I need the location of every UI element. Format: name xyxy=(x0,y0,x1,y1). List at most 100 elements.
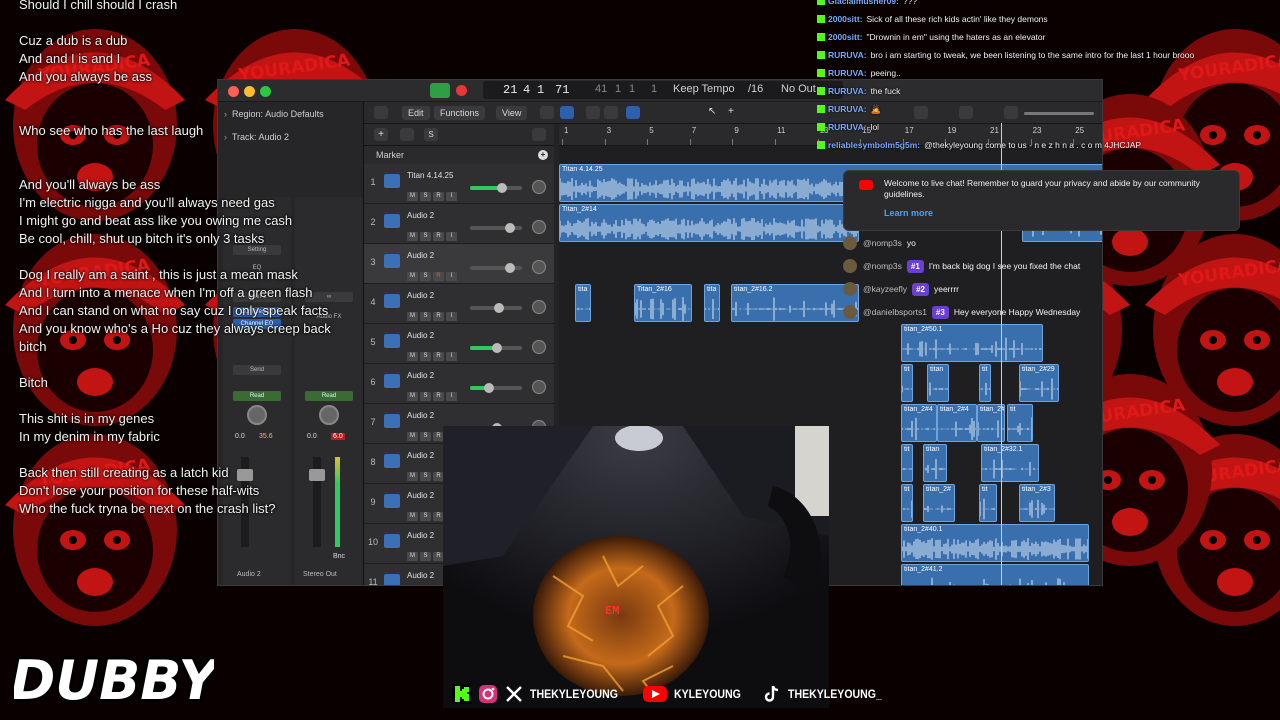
track-name[interactable]: Audio 2 xyxy=(407,571,434,580)
chat-username[interactable]: reliablesymbolm5g5m: xyxy=(828,140,920,150)
mute-button[interactable]: M xyxy=(407,272,418,281)
chat-username[interactable]: RURUVA: xyxy=(828,86,867,96)
audio-region[interactable]: titan_2#16.2 xyxy=(731,284,859,322)
edit-menu[interactable]: Edit xyxy=(402,106,430,120)
audio-region[interactable]: titan_2#40.1 xyxy=(901,524,1089,562)
track-header[interactable]: 3 Audio 2MSRI xyxy=(364,244,554,284)
input-monitor-button[interactable]: I xyxy=(446,232,457,241)
waveform-zoom-icon[interactable] xyxy=(959,106,973,119)
avatar[interactable] xyxy=(843,236,857,250)
track-name[interactable]: Titan 4.14.25 xyxy=(407,171,453,180)
input-monitor-button[interactable]: I xyxy=(446,192,457,201)
tempo-mode[interactable]: Keep Tempo xyxy=(673,83,735,95)
marquee-tool-icon[interactable]: + xyxy=(728,106,742,119)
mute-button[interactable]: M xyxy=(407,472,418,481)
audio-region[interactable]: titan_2#3 xyxy=(1019,484,1055,522)
solo-button[interactable]: S xyxy=(420,232,431,241)
audio-region[interactable]: titan xyxy=(927,364,949,402)
input-monitor-button[interactable]: I xyxy=(446,272,457,281)
track-options-icon[interactable] xyxy=(532,128,546,141)
solo-toggle-icon[interactable]: S xyxy=(424,128,438,141)
audio-region[interactable]: Titan_2#16 xyxy=(634,284,692,322)
mute-button[interactable]: M xyxy=(407,232,418,241)
record-enable-button[interactable]: R xyxy=(433,192,444,201)
audio-region[interactable]: tit xyxy=(979,484,997,522)
record-enable-button[interactable]: R xyxy=(433,392,444,401)
solo-button[interactable]: S xyxy=(420,312,431,321)
more-icon[interactable] xyxy=(914,106,928,119)
audio-region[interactable]: tita xyxy=(575,284,591,322)
solo-button[interactable]: S xyxy=(420,552,431,561)
tiktok-icon[interactable] xyxy=(762,684,782,704)
track-volume-slider[interactable] xyxy=(470,303,522,313)
output-selector[interactable]: No Out xyxy=(781,83,816,95)
solo-button[interactable]: S xyxy=(420,432,431,441)
instagram-icon[interactable] xyxy=(478,684,498,704)
track-name[interactable]: Audio 2 xyxy=(407,251,434,260)
social-handle[interactable]: KYLEYOUNG xyxy=(674,687,741,701)
audio-region[interactable]: Titan_2#14 xyxy=(559,204,859,242)
social-handle[interactable]: THEKYLEYOUNG xyxy=(530,687,618,701)
chat-username[interactable]: RURUVA: xyxy=(828,122,867,132)
pan-knob[interactable] xyxy=(532,300,546,314)
audio-region[interactable]: tit xyxy=(901,364,913,402)
horizontal-zoom-slider[interactable] xyxy=(1024,112,1094,115)
time-signature[interactable]: /16 xyxy=(748,83,763,95)
solo-button[interactable]: S xyxy=(420,472,431,481)
learn-more-link[interactable]: Learn more xyxy=(884,208,933,218)
view-menu[interactable]: View xyxy=(496,106,528,120)
track-header[interactable]: 2 Audio 2MSRI xyxy=(364,204,554,244)
record-enable-button[interactable]: R xyxy=(433,352,444,361)
mute-button[interactable]: M xyxy=(407,352,418,361)
mute-button[interactable]: M xyxy=(407,432,418,441)
chat-username[interactable]: 2000sitt: xyxy=(828,14,863,24)
input-monitor-button[interactable]: I xyxy=(446,312,457,321)
mute-button[interactable]: M xyxy=(407,552,418,561)
mute-button[interactable]: M xyxy=(407,512,418,521)
avatar[interactable] xyxy=(843,282,857,296)
solo-button[interactable]: S xyxy=(420,272,431,281)
chat-handle[interactable]: @nomp3s xyxy=(863,238,902,248)
chat-username[interactable]: RURUVA: xyxy=(828,50,867,60)
duplicate-track-icon[interactable] xyxy=(400,128,414,141)
audio-region[interactable]: titan_2#32.1 xyxy=(981,444,1039,482)
pan-knob[interactable] xyxy=(532,180,546,194)
track-header[interactable]: 6 Audio 2MSRI xyxy=(364,364,554,404)
grid-view-icon[interactable] xyxy=(540,106,554,119)
audio-region[interactable]: tit xyxy=(901,484,913,522)
track-name[interactable]: Audio 2 xyxy=(407,531,434,540)
youtube-icon[interactable] xyxy=(642,684,668,704)
track-volume-slider[interactable] xyxy=(470,343,522,353)
bounce-button[interactable]: Bnc xyxy=(333,553,345,560)
pan-knob[interactable] xyxy=(532,220,546,234)
chat-username[interactable]: RURUVA: xyxy=(828,104,867,114)
input-monitor-button[interactable]: I xyxy=(446,392,457,401)
play-icon[interactable] xyxy=(430,83,450,98)
mute-button[interactable]: M xyxy=(407,392,418,401)
avatar[interactable] xyxy=(843,259,857,273)
chat-username[interactable]: Glacialmusher09: xyxy=(828,0,899,6)
track-volume-slider[interactable] xyxy=(470,223,522,233)
record-enable-button[interactable]: R xyxy=(433,232,444,241)
list-view-icon[interactable] xyxy=(560,106,574,119)
audio-region[interactable]: tit xyxy=(979,364,991,402)
record-enable-button[interactable]: R xyxy=(433,312,444,321)
pan-knob[interactable] xyxy=(532,340,546,354)
solo-button[interactable]: S xyxy=(420,512,431,521)
track-name[interactable]: Audio 2 xyxy=(407,491,434,500)
track-volume-slider[interactable] xyxy=(470,263,522,273)
track-name[interactable]: Audio 2 xyxy=(407,371,434,380)
vertical-zoom-icon[interactable] xyxy=(1004,106,1018,119)
mute-button[interactable]: M xyxy=(407,192,418,201)
record-enable-button[interactable]: R xyxy=(433,272,444,281)
track-volume-slider[interactable] xyxy=(470,183,522,193)
solo-button[interactable]: S xyxy=(420,352,431,361)
avatar[interactable] xyxy=(843,305,857,319)
audio-region[interactable]: titan_2#29 xyxy=(1019,364,1059,402)
track-name[interactable]: Audio 2 xyxy=(407,291,434,300)
track-name[interactable]: Audio 2 xyxy=(407,331,434,340)
track-name[interactable]: Audio 2 xyxy=(407,211,434,220)
audio-region[interactable]: tit xyxy=(901,444,913,482)
audio-region[interactable]: titan_2# xyxy=(923,484,955,522)
social-handle[interactable]: THEKYLEYOUNG_ xyxy=(788,687,882,701)
